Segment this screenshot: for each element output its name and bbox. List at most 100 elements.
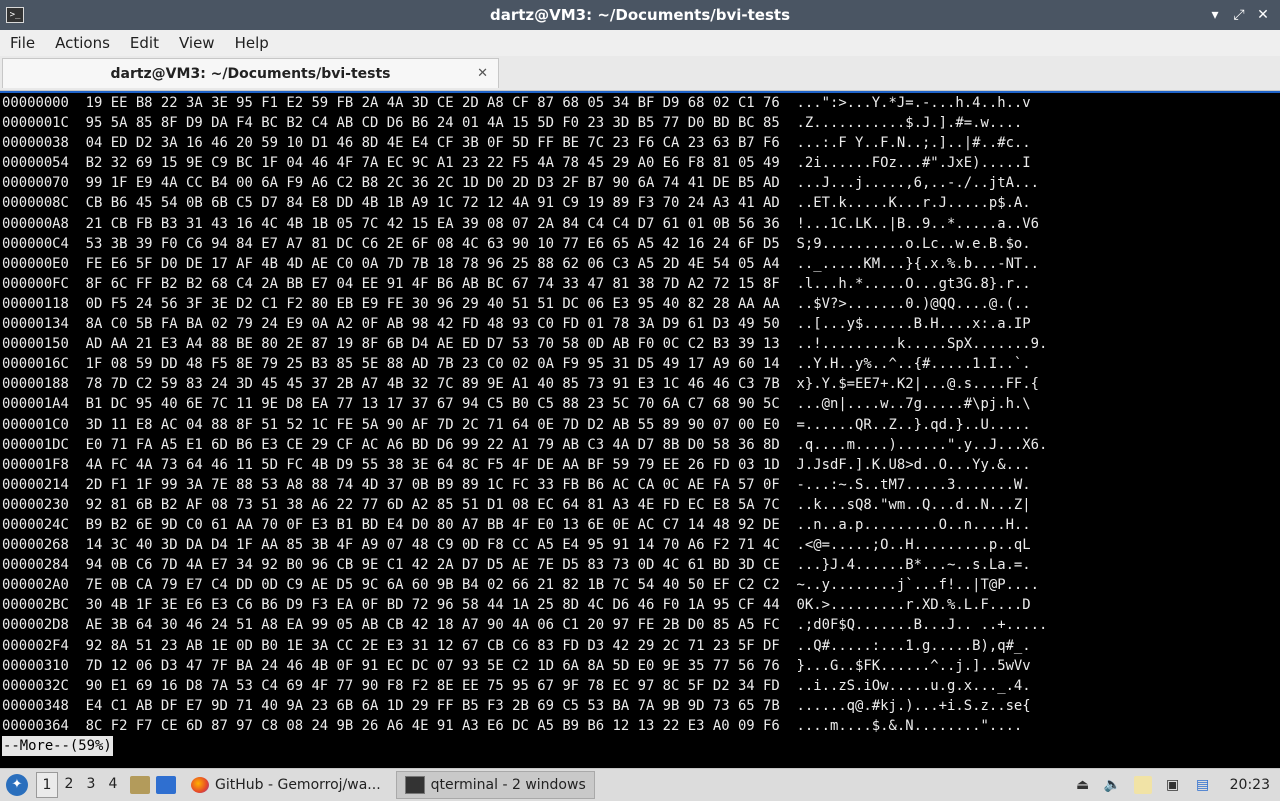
hex-row: 000002F4 92 8A 51 23 AB 1E 0D B0 1E 3A C… — [2, 638, 1031, 654]
desktop-2[interactable]: 2 — [58, 772, 80, 798]
hex-row: 0000001C 95 5A 85 8F D9 DA F4 BC B2 C4 A… — [2, 115, 1022, 131]
hex-bytes: 8F 6C FF B2 B2 68 C4 2A BB E7 04 EE 91 4… — [85, 275, 780, 292]
volume-icon[interactable]: 🔈 — [1104, 776, 1122, 794]
hex-row: 000001A4 B1 DC 95 40 6E 7C 11 9E D8 EA 7… — [2, 396, 1031, 412]
hex-offset: 00000070 — [2, 175, 69, 192]
hex-ascii: J.JsdF.].K.U8>d..O...Yy.&... — [796, 456, 1031, 473]
file-manager-icon[interactable] — [130, 776, 150, 794]
terminal-icon — [404, 776, 425, 794]
hex-row: 00000054 B2 32 69 15 9E C9 BC 1F 04 46 4… — [2, 155, 1031, 171]
clipboard-icon[interactable] — [1133, 776, 1152, 794]
hex-bytes: 14 3C 40 3D DA D4 1F AA 85 3B 4F A9 07 4… — [85, 537, 780, 554]
hex-offset: 0000001C — [2, 115, 69, 132]
hex-bytes: 99 1F E9 4A CC B4 00 6A F9 A6 C2 B8 2C 3… — [85, 175, 780, 192]
pager-prompt: --More--(59%) — [2, 736, 113, 757]
clock[interactable]: 20:23 — [1230, 777, 1270, 793]
menu-bar: File Actions Edit View Help — [0, 30, 1280, 56]
hex-bytes: 30 4B 1F 3E E6 E3 C6 B6 D9 F3 EA 0F BD 7… — [85, 597, 780, 614]
hex-ascii: ...":>...Y.*J=.-...h.4..h..v — [796, 95, 1031, 111]
hex-row: 000001DC E0 71 FA A5 E1 6D B6 E3 CE 29 C… — [2, 437, 1047, 453]
hex-bytes: 0D F5 24 56 3F 3E D2 C1 F2 80 EB E9 FE 3… — [85, 295, 780, 312]
hex-ascii: 0K.>.........r.XD.%.L.F....D — [796, 597, 1031, 614]
hex-row: 00000038 04 ED D2 3A 16 46 20 59 10 D1 4… — [2, 135, 1031, 151]
hex-offset: 0000016C — [2, 356, 69, 373]
eject-icon[interactable]: ⏏ — [1074, 776, 1092, 794]
show-desktop-icon[interactable] — [156, 776, 176, 794]
hex-ascii: ....m....$.&.N........".... — [796, 717, 1023, 734]
hex-offset: 00000268 — [2, 537, 69, 554]
hex-ascii: ..ET.k.....K...r.J.....p$.A. — [796, 195, 1031, 212]
maximize-button[interactable]: ⤢ — [1232, 6, 1246, 24]
hex-row: 00000268 14 3C 40 3D DA D4 1F AA 85 3B 4… — [2, 537, 1031, 553]
hex-row: 000001C0 3D 11 E8 AC 04 88 8F 51 52 1C F… — [2, 417, 1031, 433]
hex-row: 00000214 2D F1 1F 99 3A 7E 88 53 A8 88 7… — [2, 477, 1031, 493]
window-titlebar[interactable]: >_ dartz@VM3: ~/Documents/bvi-tests ▾ ⤢ … — [0, 0, 1280, 30]
menu-actions[interactable]: Actions — [45, 30, 120, 56]
hex-ascii: ..[...y$......B.H....x:.a.IP — [796, 316, 1031, 333]
hex-bytes: 19 EE B8 22 3A 3E 95 F1 E2 59 FB 2A 4A 3… — [85, 95, 780, 111]
taskbar-task-firefox[interactable]: GitHub - Gemorroj/wa... — [182, 771, 390, 799]
menu-help[interactable]: Help — [225, 30, 279, 56]
hex-offset: 00000230 — [2, 496, 69, 513]
hex-ascii: ...}J.4......B*...~..s.La.=. — [796, 557, 1031, 574]
hex-bytes: 1F 08 59 DD 48 F5 8E 79 25 B3 85 5E 88 A… — [85, 356, 780, 373]
hex-bytes: 21 CB FB B3 31 43 16 4C 4B 1B 05 7C 42 1… — [85, 215, 780, 232]
hex-offset: 000002F4 — [2, 637, 69, 654]
taskbar-task-qterminal[interactable]: qterminal - 2 windows — [395, 771, 595, 799]
notification-icon[interactable]: ▤ — [1194, 776, 1212, 794]
menu-view[interactable]: View — [169, 30, 225, 56]
hex-offset: 00000134 — [2, 316, 69, 333]
terminal-output[interactable]: 00000000 19 EE B8 22 3A 3E 95 F1 E2 59 F… — [0, 91, 1280, 769]
hex-row: 000000E0 FE E6 5F D0 DE 17 AF 4B 4D AE C… — [2, 256, 1039, 272]
hex-bytes: B9 B2 6E 9D C0 61 AA 70 0F E3 B1 BD E4 D… — [85, 516, 780, 533]
hex-bytes: 53 3B 39 F0 C6 94 84 E7 A7 81 DC C6 2E 6… — [85, 235, 780, 252]
hex-bytes: 92 81 6B B2 AF 08 73 51 38 A6 22 77 6D A… — [85, 496, 780, 513]
hex-ascii: ...@n|....w..7g.....#\pj.h.\ — [796, 396, 1031, 413]
hex-bytes: CB B6 45 54 0B 6B C5 D7 84 E8 DD 4B 1B A… — [85, 195, 780, 212]
hex-ascii: !...1C.LK..|B..9..*.....a..V6 — [796, 215, 1040, 232]
tab-label: dartz@VM3: ~/Documents/bvi-tests — [110, 66, 391, 82]
hex-row: 0000032C 90 E1 69 16 D8 7A 53 C4 69 4F 7… — [2, 678, 1031, 694]
menu-edit[interactable]: Edit — [120, 30, 169, 56]
hex-bytes: 78 7D C2 59 83 24 3D 45 45 37 2B A7 4B 3… — [85, 376, 780, 393]
hex-row: 00000284 94 0B C6 7D 4A E7 34 92 B0 96 C… — [2, 557, 1031, 573]
hex-offset: 00000000 — [2, 95, 69, 111]
start-menu-icon[interactable]: ✦ — [6, 774, 28, 796]
hex-ascii: ......q@.#kj.)...+i.S.z..se{ — [796, 697, 1031, 714]
hex-row: 00000000 19 EE B8 22 3A 3E 95 F1 E2 59 F… — [2, 95, 1031, 111]
hex-bytes: E0 71 FA A5 E1 6D B6 E3 CE 29 CF AC A6 B… — [85, 436, 780, 453]
hex-ascii: ..Q#.....:...1.g.....B),q#_. — [796, 637, 1031, 654]
hex-ascii: =......QR..Z..}.qd.}..U..... — [796, 416, 1031, 433]
hex-ascii: .2i......FOz...#".JxE).....I — [796, 155, 1031, 172]
hex-offset: 00000150 — [2, 336, 69, 353]
hex-bytes: 3D 11 E8 AC 04 88 8F 51 52 1C FE 5A 90 A… — [85, 416, 780, 433]
hex-offset: 000002BC — [2, 597, 69, 614]
hex-offset: 000000E0 — [2, 255, 69, 272]
hex-offset: 00000214 — [2, 476, 69, 493]
close-button[interactable]: ✕ — [1256, 6, 1270, 24]
terminal-tab[interactable]: dartz@VM3: ~/Documents/bvi-tests ✕ — [2, 58, 499, 88]
hex-ascii: .q....m....)......".y..J...X6. — [796, 436, 1048, 453]
hex-row: 000002BC 30 4B 1F 3E E6 E3 C6 B6 D9 F3 E… — [2, 597, 1031, 613]
hex-bytes: FE E6 5F D0 DE 17 AF 4B 4D AE C0 0A 7D 7… — [85, 255, 780, 272]
hex-offset: 000001F8 — [2, 456, 69, 473]
hex-bytes: E4 C1 AB DF E7 9D 71 40 9A 23 6B 6A 1D 2… — [85, 697, 780, 714]
hex-row: 000000C4 53 3B 39 F0 C6 94 84 E7 A7 81 D… — [2, 236, 1031, 252]
taskbar: ✦ 1 2 3 4 GitHub - Gemorroj/wa... qtermi… — [0, 768, 1280, 801]
minimize-button[interactable]: ▾ — [1208, 6, 1222, 24]
network-icon[interactable]: ▣ — [1164, 776, 1182, 794]
hex-row: 0000008C CB B6 45 54 0B 6B C5 D7 84 E8 D… — [2, 195, 1031, 211]
desktop-3[interactable]: 3 — [80, 772, 102, 798]
menu-file[interactable]: File — [0, 30, 45, 56]
desktop-1[interactable]: 1 — [36, 772, 58, 798]
hex-ascii: .._.....KM...}{.x.%.b...-NT.. — [796, 255, 1040, 272]
hex-row: 0000016C 1F 08 59 DD 48 F5 8E 79 25 B3 8… — [2, 356, 1031, 372]
hex-bytes: 8A C0 5B FA BA 02 79 24 E9 0A A2 0F AB 9… — [85, 316, 780, 333]
hex-ascii: ..Y.H..y%..^..{#.....1.I..`. — [796, 356, 1031, 373]
hex-ascii: ..n..a.p.........O..n....H.. — [796, 516, 1031, 533]
tab-close-icon[interactable]: ✕ — [477, 59, 488, 89]
hex-ascii: ..k...sQ8."wm..Q...d..N...Z| — [796, 496, 1031, 513]
desktop-4[interactable]: 4 — [102, 772, 124, 798]
hex-bytes: 4A FC 4A 73 64 46 11 5D FC 4B D9 55 38 3… — [85, 456, 780, 473]
hex-ascii: .;d0F$Q.......B...J.. ..+..... — [796, 617, 1048, 634]
